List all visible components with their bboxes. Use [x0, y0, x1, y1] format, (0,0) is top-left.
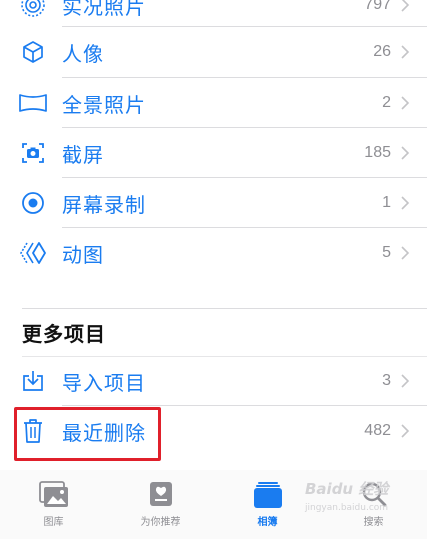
tab-label: 图库 [43, 517, 64, 528]
chevron-right-icon [401, 0, 410, 12]
album-row-imports[interactable]: 导入项目 3 [0, 356, 427, 406]
chevron-right-icon [401, 246, 410, 260]
album-count: 185 [364, 144, 391, 161]
chevron-right-icon [401, 146, 410, 160]
highlight-box [14, 407, 161, 461]
album-count: 2 [382, 94, 391, 111]
album-label: 实况照片 [62, 0, 146, 19]
tab-label: 为你推荐 [140, 517, 181, 528]
album-label: 动图 [62, 242, 104, 267]
chevron-right-icon [401, 45, 410, 59]
album-label: 全景照片 [62, 92, 146, 117]
album-label: 导入项目 [62, 370, 146, 395]
photos-icon [38, 481, 68, 507]
tab-library[interactable]: 图库 [0, 470, 107, 539]
watermark-url: jingyan.baidu.com [305, 503, 389, 513]
album-row-panorama[interactable]: 全景照片 2 [0, 78, 427, 128]
live-photo-icon [18, 0, 48, 20]
album-row-screenshots[interactable]: 截屏 185 [0, 128, 427, 178]
watermark: Baidu 经验 jingyan.baidu.com [305, 478, 420, 526]
album-count: 3 [382, 372, 391, 389]
album-label: 屏幕录制 [62, 192, 146, 217]
section-divider [22, 308, 427, 309]
chevron-right-icon [401, 374, 410, 388]
album-count: 5 [382, 244, 391, 261]
album-count: 482 [364, 422, 391, 439]
watermark-brand: Baidu 经验 [305, 480, 389, 498]
album-count: 797 [364, 0, 391, 13]
animated-icon [18, 238, 48, 268]
tab-for-you[interactable]: 为你推荐 [107, 470, 214, 539]
album-row-screen-recordings[interactable]: 屏幕录制 1 [0, 178, 427, 228]
album-label: 人像 [62, 41, 104, 66]
screenshot-icon [18, 138, 48, 168]
section-title-more-items: 更多项目 [22, 322, 106, 346]
import-icon [18, 366, 48, 396]
album-label: 截屏 [62, 142, 104, 167]
chevron-right-icon [401, 96, 410, 110]
cube-icon [18, 37, 48, 67]
chevron-right-icon [401, 196, 410, 210]
chevron-right-icon [401, 424, 410, 438]
album-row-portrait[interactable]: 人像 26 [0, 27, 427, 77]
panorama-icon [18, 88, 48, 118]
album-count: 26 [373, 43, 391, 60]
album-count: 1 [382, 194, 391, 211]
albums-icon [253, 482, 282, 508]
screen-record-icon [18, 188, 48, 218]
album-row-animated[interactable]: 动图 5 [0, 228, 427, 278]
for-you-icon [149, 482, 172, 506]
